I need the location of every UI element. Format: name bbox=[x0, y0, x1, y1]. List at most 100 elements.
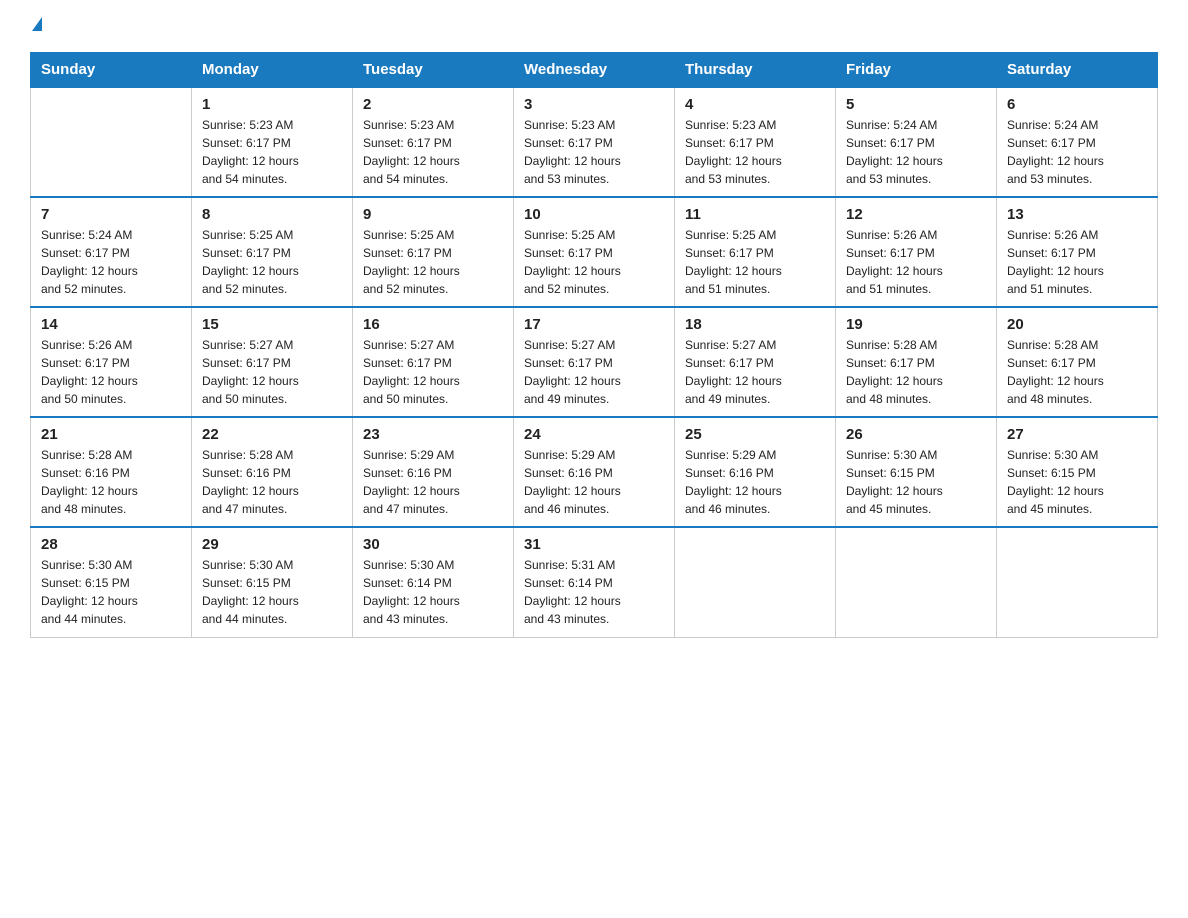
calendar-cell bbox=[836, 527, 997, 637]
calendar-cell bbox=[997, 527, 1158, 637]
calendar-week-3: 14 Sunrise: 5:26 AM Sunset: 6:17 PM Dayli… bbox=[31, 307, 1158, 417]
column-header-saturday: Saturday bbox=[997, 53, 1158, 88]
day-info: Sunrise: 5:23 AM Sunset: 6:17 PM Dayligh… bbox=[202, 116, 342, 188]
calendar-cell: 12 Sunrise: 5:26 AM Sunset: 6:17 PM Dayli… bbox=[836, 197, 997, 307]
day-number: 21 bbox=[41, 426, 181, 443]
day-number: 3 bbox=[524, 96, 664, 113]
day-info: Sunrise: 5:29 AM Sunset: 6:16 PM Dayligh… bbox=[363, 446, 503, 518]
calendar-cell: 26Sunrise: 5:30 AM Sunset: 6:15 PM Dayli… bbox=[836, 417, 997, 527]
calendar-cell: 25Sunrise: 5:29 AM Sunset: 6:16 PM Dayli… bbox=[675, 417, 836, 527]
day-number: 24 bbox=[524, 426, 664, 443]
calendar-cell: 23 Sunrise: 5:29 AM Sunset: 6:16 PM Dayli… bbox=[353, 417, 514, 527]
day-number: 22 bbox=[202, 426, 342, 443]
calendar-cell: 14 Sunrise: 5:26 AM Sunset: 6:17 PM Dayli… bbox=[31, 307, 192, 417]
day-number: 5 bbox=[846, 96, 986, 113]
calendar-cell: 29Sunrise: 5:30 AM Sunset: 6:15 PM Dayli… bbox=[192, 527, 353, 637]
calendar-cell: 30 Sunrise: 5:30 AM Sunset: 6:14 PM Dayli… bbox=[353, 527, 514, 637]
day-info: Sunrise: 5:25 AM Sunset: 6:17 PM Dayligh… bbox=[202, 226, 342, 298]
day-number: 19 bbox=[846, 316, 986, 333]
day-number: 8 bbox=[202, 206, 342, 223]
day-number: 1 bbox=[202, 96, 342, 113]
logo bbox=[30, 20, 42, 34]
calendar-cell: 5 Sunrise: 5:24 AM Sunset: 6:17 PM Daylig… bbox=[836, 87, 997, 197]
day-number: 2 bbox=[363, 96, 503, 113]
day-info: Sunrise: 5:30 AM Sunset: 6:15 PM Dayligh… bbox=[1007, 446, 1147, 518]
day-info: Sunrise: 5:25 AM Sunset: 6:17 PM Dayligh… bbox=[685, 226, 825, 298]
day-info: Sunrise: 5:23 AM Sunset: 6:17 PM Dayligh… bbox=[363, 116, 503, 188]
page-header bbox=[30, 20, 1158, 34]
day-number: 16 bbox=[363, 316, 503, 333]
day-number: 17 bbox=[524, 316, 664, 333]
day-number: 13 bbox=[1007, 206, 1147, 223]
day-info: Sunrise: 5:27 AM Sunset: 6:17 PM Dayligh… bbox=[524, 336, 664, 408]
day-number: 23 bbox=[363, 426, 503, 443]
calendar-cell: 31 Sunrise: 5:31 AM Sunset: 6:14 PM Dayli… bbox=[514, 527, 675, 637]
calendar-table: SundayMondayTuesdayWednesdayThursdayFrid… bbox=[30, 52, 1158, 638]
calendar-cell: 15Sunrise: 5:27 AM Sunset: 6:17 PM Dayli… bbox=[192, 307, 353, 417]
calendar-cell: 16 Sunrise: 5:27 AM Sunset: 6:17 PM Dayli… bbox=[353, 307, 514, 417]
calendar-cell: 3 Sunrise: 5:23 AM Sunset: 6:17 PM Daylig… bbox=[514, 87, 675, 197]
day-number: 20 bbox=[1007, 316, 1147, 333]
calendar-cell: 17 Sunrise: 5:27 AM Sunset: 6:17 PM Dayli… bbox=[514, 307, 675, 417]
calendar-cell: 11 Sunrise: 5:25 AM Sunset: 6:17 PM Dayli… bbox=[675, 197, 836, 307]
column-header-monday: Monday bbox=[192, 53, 353, 88]
column-header-sunday: Sunday bbox=[31, 53, 192, 88]
day-info: Sunrise: 5:31 AM Sunset: 6:14 PM Dayligh… bbox=[524, 556, 664, 628]
column-header-thursday: Thursday bbox=[675, 53, 836, 88]
day-info: Sunrise: 5:23 AM Sunset: 6:17 PM Dayligh… bbox=[685, 116, 825, 188]
day-info: Sunrise: 5:30 AM Sunset: 6:14 PM Dayligh… bbox=[363, 556, 503, 628]
day-info: Sunrise: 5:24 AM Sunset: 6:17 PM Dayligh… bbox=[41, 226, 181, 298]
calendar-cell bbox=[675, 527, 836, 637]
day-number: 6 bbox=[1007, 96, 1147, 113]
column-header-friday: Friday bbox=[836, 53, 997, 88]
day-info: Sunrise: 5:26 AM Sunset: 6:17 PM Dayligh… bbox=[41, 336, 181, 408]
calendar-cell: 28Sunrise: 5:30 AM Sunset: 6:15 PM Dayli… bbox=[31, 527, 192, 637]
day-number: 9 bbox=[363, 206, 503, 223]
calendar-cell: 6Sunrise: 5:24 AM Sunset: 6:17 PM Daylig… bbox=[997, 87, 1158, 197]
day-number: 7 bbox=[41, 206, 181, 223]
calendar-week-2: 7 Sunrise: 5:24 AM Sunset: 6:17 PM Daylig… bbox=[31, 197, 1158, 307]
day-info: Sunrise: 5:30 AM Sunset: 6:15 PM Dayligh… bbox=[202, 556, 342, 628]
day-info: Sunrise: 5:28 AM Sunset: 6:17 PM Dayligh… bbox=[1007, 336, 1147, 408]
day-info: Sunrise: 5:25 AM Sunset: 6:17 PM Dayligh… bbox=[524, 226, 664, 298]
day-info: Sunrise: 5:29 AM Sunset: 6:16 PM Dayligh… bbox=[685, 446, 825, 518]
day-number: 26 bbox=[846, 426, 986, 443]
calendar-cell: 10 Sunrise: 5:25 AM Sunset: 6:17 PM Dayli… bbox=[514, 197, 675, 307]
day-info: Sunrise: 5:28 AM Sunset: 6:16 PM Dayligh… bbox=[202, 446, 342, 518]
calendar-cell: 8 Sunrise: 5:25 AM Sunset: 6:17 PM Daylig… bbox=[192, 197, 353, 307]
day-number: 10 bbox=[524, 206, 664, 223]
calendar-cell: 21 Sunrise: 5:28 AM Sunset: 6:16 PM Dayli… bbox=[31, 417, 192, 527]
day-number: 11 bbox=[685, 206, 825, 223]
day-info: Sunrise: 5:27 AM Sunset: 6:17 PM Dayligh… bbox=[685, 336, 825, 408]
day-info: Sunrise: 5:26 AM Sunset: 6:17 PM Dayligh… bbox=[1007, 226, 1147, 298]
calendar-week-4: 21 Sunrise: 5:28 AM Sunset: 6:16 PM Dayli… bbox=[31, 417, 1158, 527]
day-number: 30 bbox=[363, 536, 503, 553]
calendar-cell: 27 Sunrise: 5:30 AM Sunset: 6:15 PM Dayli… bbox=[997, 417, 1158, 527]
day-number: 27 bbox=[1007, 426, 1147, 443]
calendar-cell: 4Sunrise: 5:23 AM Sunset: 6:17 PM Daylig… bbox=[675, 87, 836, 197]
calendar-week-5: 28 Sunrise: 5:30 AM Sunset: 6:15 PM Dayli… bbox=[31, 527, 1158, 637]
day-info: Sunrise: 5:28 AM Sunset: 6:17 PM Dayligh… bbox=[846, 336, 986, 408]
calendar-cell bbox=[31, 87, 192, 197]
calendar-cell: 13 Sunrise: 5:26 AM Sunset: 6:17 PM Dayli… bbox=[997, 197, 1158, 307]
column-header-tuesday: Tuesday bbox=[353, 53, 514, 88]
day-number: 18 bbox=[685, 316, 825, 333]
day-number: 31 bbox=[524, 536, 664, 553]
calendar-cell: 1 Sunrise: 5:23 AM Sunset: 6:17 PM Daylig… bbox=[192, 87, 353, 197]
day-info: Sunrise: 5:28 AM Sunset: 6:16 PM Dayligh… bbox=[41, 446, 181, 518]
calendar-cell: 22 Sunrise: 5:28 AM Sunset: 6:16 PM Dayli… bbox=[192, 417, 353, 527]
day-info: Sunrise: 5:26 AM Sunset: 6:17 PM Dayligh… bbox=[846, 226, 986, 298]
day-number: 12 bbox=[846, 206, 986, 223]
calendar-cell: 24Sunrise: 5:29 AM Sunset: 6:16 PM Dayli… bbox=[514, 417, 675, 527]
calendar-header: SundayMondayTuesdayWednesdayThursdayFrid… bbox=[31, 53, 1158, 88]
day-number: 14 bbox=[41, 316, 181, 333]
column-header-wednesday: Wednesday bbox=[514, 53, 675, 88]
calendar-cell: 7 Sunrise: 5:24 AM Sunset: 6:17 PM Daylig… bbox=[31, 197, 192, 307]
calendar-cell: 9 Sunrise: 5:25 AM Sunset: 6:17 PM Daylig… bbox=[353, 197, 514, 307]
day-info: Sunrise: 5:23 AM Sunset: 6:17 PM Dayligh… bbox=[524, 116, 664, 188]
day-number: 28 bbox=[41, 536, 181, 553]
day-number: 15 bbox=[202, 316, 342, 333]
day-info: Sunrise: 5:27 AM Sunset: 6:17 PM Dayligh… bbox=[363, 336, 503, 408]
day-info: Sunrise: 5:24 AM Sunset: 6:17 PM Dayligh… bbox=[846, 116, 986, 188]
day-info: Sunrise: 5:25 AM Sunset: 6:17 PM Dayligh… bbox=[363, 226, 503, 298]
